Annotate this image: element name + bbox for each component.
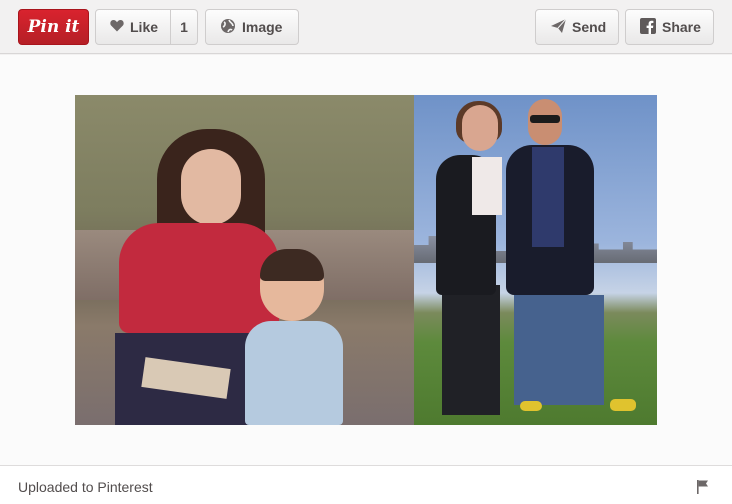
photo-right-modern bbox=[414, 95, 657, 425]
child-shirt bbox=[245, 321, 343, 425]
like-label: Like bbox=[130, 19, 159, 35]
sunglasses bbox=[530, 115, 560, 123]
action-toolbar: Pin it Like 1 Image Send Share bbox=[0, 0, 732, 54]
flag-icon[interactable] bbox=[697, 480, 709, 494]
yellow-shoe-left bbox=[520, 401, 542, 411]
image-label: Image bbox=[242, 19, 283, 35]
facebook-icon bbox=[640, 17, 656, 37]
man-striped-shirt bbox=[532, 147, 564, 247]
woman-face-modern bbox=[462, 105, 498, 151]
woman-trousers bbox=[442, 285, 500, 415]
woman-red-shirt bbox=[119, 223, 279, 333]
like-button[interactable]: Like 1 bbox=[95, 9, 198, 45]
woman-white-shirt bbox=[472, 157, 502, 215]
source-text: Uploaded to Pinterest bbox=[18, 479, 153, 495]
heart-icon bbox=[110, 19, 124, 35]
like-action[interactable]: Like bbox=[96, 10, 171, 44]
like-count: 1 bbox=[180, 19, 188, 35]
pin-it-label: Pin it bbox=[27, 17, 80, 37]
send-label: Send bbox=[572, 19, 607, 35]
man-jeans bbox=[514, 295, 604, 405]
send-button[interactable]: Send bbox=[535, 9, 619, 45]
image-button[interactable]: Image bbox=[205, 9, 299, 45]
woman-face bbox=[181, 149, 241, 225]
share-label: Share bbox=[662, 19, 701, 35]
pin-it-button[interactable]: Pin it bbox=[18, 9, 89, 45]
pin-image-area bbox=[0, 55, 732, 465]
share-button[interactable]: Share bbox=[625, 9, 714, 45]
pin-footer: Uploaded to Pinterest bbox=[0, 465, 732, 504]
photo-left-vintage bbox=[75, 95, 414, 425]
pin-photo[interactable] bbox=[75, 95, 657, 425]
globe-icon bbox=[220, 18, 236, 37]
paper-plane-icon bbox=[551, 18, 567, 36]
yellow-shoe-right bbox=[610, 399, 636, 411]
